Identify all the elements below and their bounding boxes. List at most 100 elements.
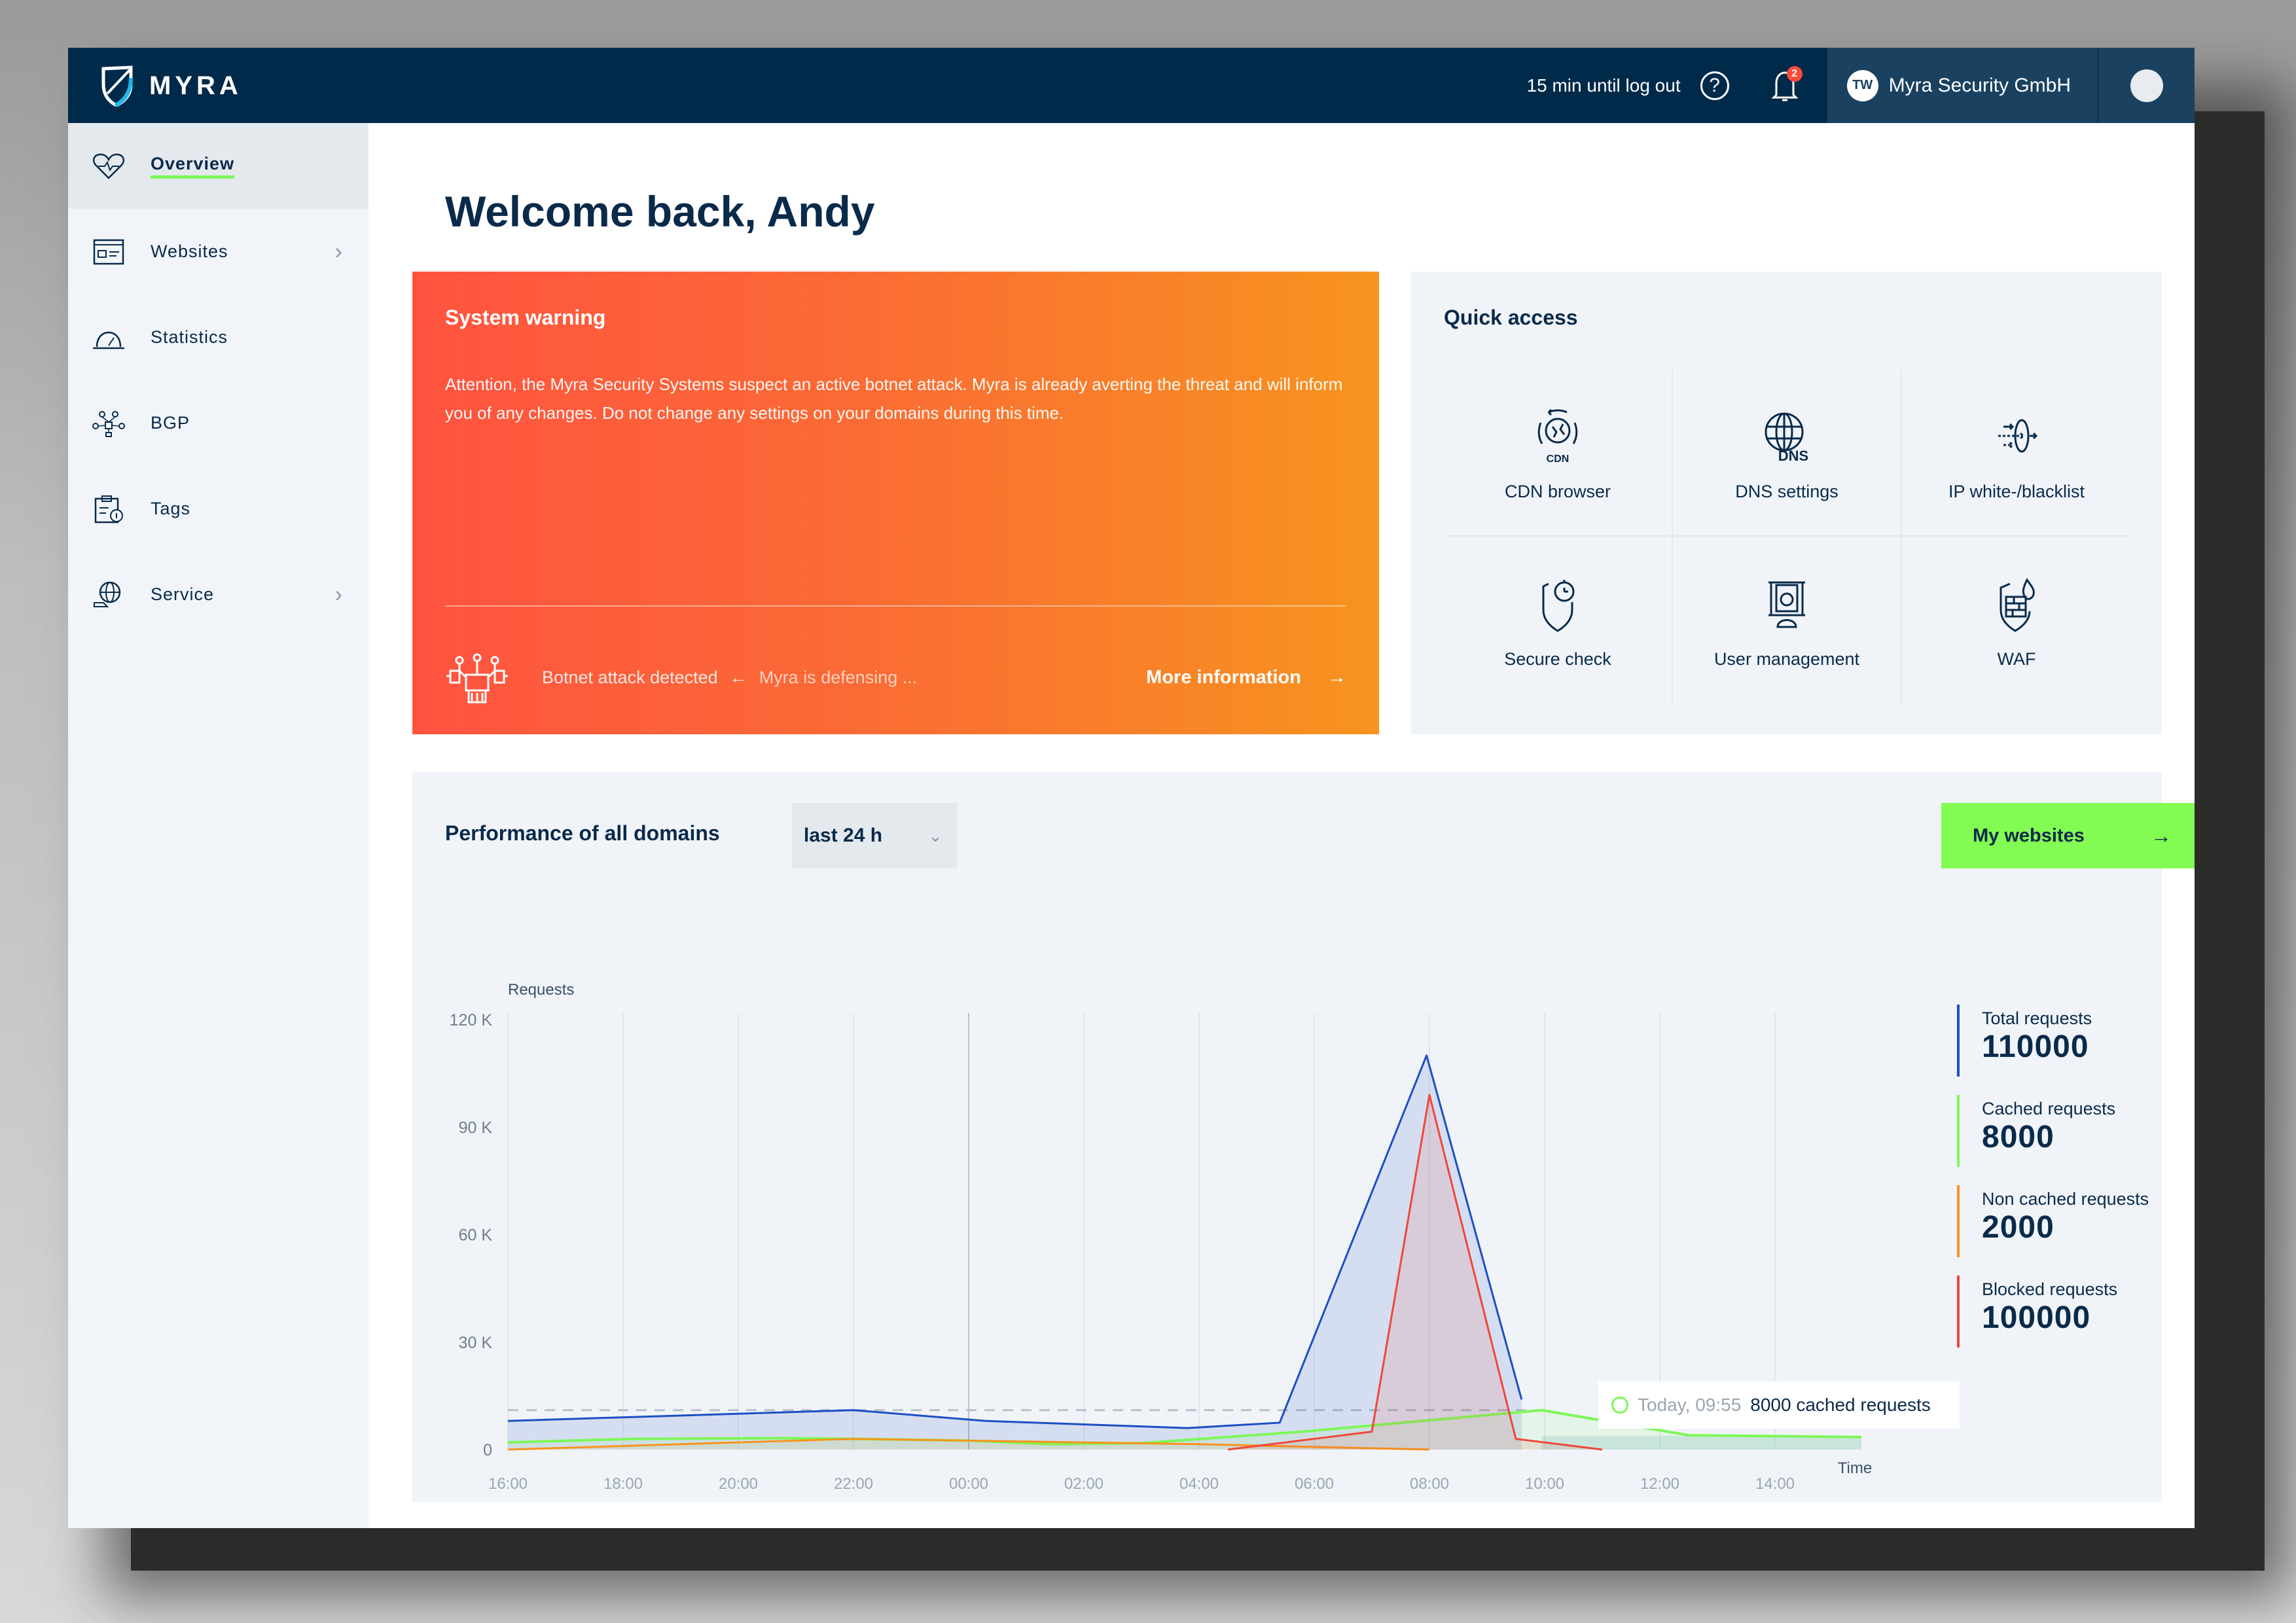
more-information-link[interactable]: More information → [1146,667,1346,688]
dns-globe-icon: DNS [1765,412,1808,464]
legend-color-bar [1957,1005,1960,1077]
x-tick-label: 04:00 [1179,1475,1219,1493]
sidebar-item-bgp[interactable]: BGP [68,380,368,466]
legend-item-non-cached: Non cached requests 2000 [1957,1185,2149,1275]
sidebar-item-label: Service [151,584,215,604]
legend-label: Cached requests [1982,1099,2116,1118]
my-websites-label: My websites [1973,825,2085,846]
legend-item-cached: Cached requests 8000 [1957,1095,2149,1185]
legend-color-bar [1957,1275,1960,1347]
user-avatar [2130,69,2163,102]
shield-logo-icon [101,65,133,107]
legend-item-blocked: Blocked requests 100000 [1957,1275,2149,1366]
account-name: Myra Security GmbH [1888,74,2071,96]
x-tick-label: 16:00 [488,1475,528,1493]
notifications-button[interactable]: 2 [1768,65,1803,105]
quick-access-label: IP white-/blacklist [1948,482,2085,501]
account-avatar: TW [1846,69,1878,101]
sidebar-item-label: Statistics [151,327,228,347]
system-warning-card: System warning Attention, the Myra Secur… [412,272,1379,734]
quick-access-label: CDN browser [1504,482,1611,501]
x-tick-label: 12:00 [1640,1475,1679,1493]
y-axis-title: Requests [508,981,574,999]
svg-text:CDN: CDN [1547,454,1570,465]
tooltip-time: Today, 09:55 [1638,1395,1742,1415]
notification-badge: 2 [1786,65,1803,82]
quick-access-ip-list[interactable]: IP white-/blacklist [1902,370,2131,537]
account-switcher[interactable]: TW Myra Security GmbH [1827,48,2097,123]
legend-label: Non cached requests [1982,1189,2149,1209]
legend-color-bar [1957,1095,1960,1167]
heart-pulse-icon [93,153,124,179]
my-websites-button[interactable]: My websites → [1941,803,2195,868]
chart-legend: Total requests 110000 Cached requests 80… [1957,1005,2149,1366]
quick-access-user-management[interactable]: User management [1673,537,1902,704]
sidebar-item-statistics[interactable]: Statistics [68,294,368,380]
x-tick-label: 08:00 [1410,1475,1449,1493]
clipboard-tag-icon [94,495,123,523]
app-window: MYRA 15 min until log out ? 2 TW Myra Se… [68,48,2195,1528]
quick-access-card: Quick access CDN CDN browser DNS DNS set… [1411,272,2162,734]
tooltip-marker [1611,1397,1628,1414]
x-tick-label: 06:00 [1295,1475,1334,1493]
quick-access-title: Quick access [1444,306,1578,329]
legend-value: 100000 [1982,1300,2091,1335]
quick-access-dns-settings[interactable]: DNS DNS settings [1673,370,1902,537]
legend-value: 110000 [1982,1029,2089,1064]
x-axis-title: Time [1838,1459,1872,1477]
divider [445,605,1346,607]
warning-footer: Botnet attack detected ← Myra is defensi… [445,651,1346,704]
quick-access-label: DNS settings [1735,482,1839,501]
sidebar-item-tags[interactable]: Tags [68,466,368,552]
attack-status: Botnet attack detected [542,667,718,687]
tooltip-value: 8000 cached requests [1750,1395,1931,1415]
legend-value: 2000 [1982,1210,2054,1245]
x-tick-label: 14:00 [1755,1475,1795,1493]
brand-logo[interactable]: MYRA [101,65,242,107]
y-tick-label: 30 K [459,1334,493,1352]
today-label: Today [948,1500,990,1502]
help-icon[interactable]: ? [1700,71,1729,100]
y-tick-label: 0 [483,1441,492,1459]
sidebar-item-label: Overview [151,154,235,179]
shield-stopwatch-icon [1542,580,1575,632]
chevron-right-icon: › [334,239,342,264]
sidebar-item-label: BGP [151,413,190,433]
more-information-label: More information [1146,666,1301,688]
quick-access-cdn-browser[interactable]: CDN CDN browser [1444,370,1673,537]
network-nodes-icon [92,410,125,437]
performance-title: Performance of all domains [445,821,720,845]
x-tick-label: 20:00 [719,1475,758,1493]
quick-access-grid: CDN CDN browser DNS DNS settings IP whit… [1444,370,2131,704]
legend-item-total: Total requests 110000 [1957,1005,2149,1095]
sidebar-item-service[interactable]: Service › [68,552,368,637]
browser-window-icon [93,239,124,264]
chart-tooltip: Today, 09:55 8000 cached requests [1598,1382,1960,1429]
x-tick-label: 18:00 [603,1475,643,1493]
quick-access-label: Secure check [1504,649,1611,669]
sidebar-item-label: Tags [151,499,191,518]
legend-value: 8000 [1982,1120,2054,1154]
x-tick-label: 10:00 [1525,1475,1564,1493]
sidebar-item-overview[interactable]: Overview [68,123,368,209]
page-title: Welcome back, Andy [445,187,875,236]
legend-label: Total requests [1982,1008,2092,1028]
quick-access-waf[interactable]: WAF [1902,537,2131,704]
ip-filter-icon [1998,419,2038,453]
svg-text:DNS: DNS [1778,448,1808,464]
warning-title: System warning [445,306,606,329]
sidebar-item-websites[interactable]: Websites › [68,209,368,294]
logout-timer: 15 min until log out [1526,75,1681,96]
series-area-1 [508,1055,1522,1450]
quick-access-label: WAF [1997,649,2036,669]
time-range-dropdown[interactable]: last 24 h ⌄ [792,803,957,868]
brand-name: MYRA [149,71,242,100]
botnet-robot-icon [446,653,508,704]
quick-access-label: User management [1713,649,1860,669]
y-tick-label: 90 K [459,1118,493,1137]
time-range-value: last 24 h [804,825,883,846]
y-tick-label: 60 K [459,1226,493,1245]
x-tick-label: 22:00 [834,1475,873,1493]
user-menu-button[interactable] [2097,48,2195,123]
quick-access-secure-check[interactable]: Secure check [1444,537,1673,704]
